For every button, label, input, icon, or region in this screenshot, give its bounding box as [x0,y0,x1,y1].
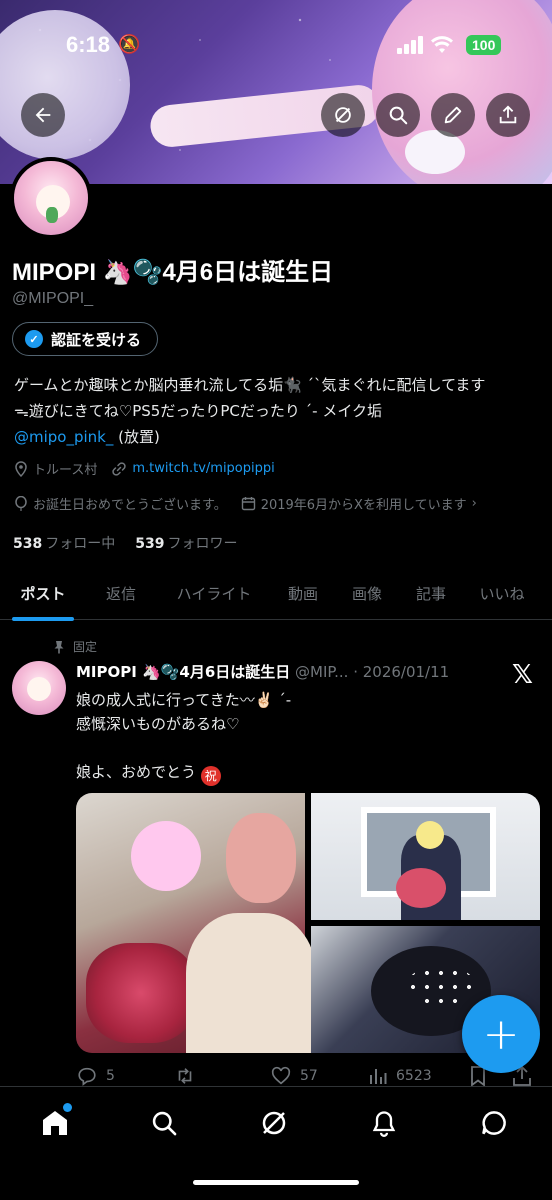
post-author-name[interactable]: MIPOPI 🦄🫧4月6日は誕生日 [76,663,290,681]
share-button[interactable] [486,93,530,137]
followers-stat[interactable]: 539 フォロワー [135,533,237,553]
profile-birthday: お誕生日おめでとうございます。 [33,498,227,513]
wifi-icon [430,35,454,60]
nav-messages[interactable] [472,1101,516,1145]
celebration-emoji: 祝 [200,766,221,786]
cellular-signal-icon [397,36,425,54]
status-time: 6:18 [66,32,111,57]
photo-face-blur [416,821,444,849]
bio-line-1: ゲームとか趣味とか脳内垂れ流してる垢🐈‍⬛ ˊˋ気まぐれに配信してます [14,376,486,394]
views-chart-icon [370,1069,387,1084]
post-text: 娘の成人式に行ってきた〰︎✌🏻 ˊ- 感慨深いものがあるね♡ 娘よ、おめでとう … [76,688,536,786]
link-icon [112,461,127,476]
profile-meta-row-1: トルース村 m.twitch.tv/mipopippi [14,459,289,478]
profile-location: トルース村 [33,463,98,478]
post-avatar-face [27,677,51,701]
repost-button[interactable] [174,1065,270,1087]
tab-highlights[interactable]: ハイライト [156,566,272,620]
post-actions: 5 57 6523 [76,1065,542,1087]
search-button[interactable] [376,93,420,137]
photo-face-blur [131,821,201,891]
avatar-frog [46,207,58,223]
following-stat[interactable]: 538 フォロー中 [13,533,115,553]
home-indicator [193,1180,359,1185]
reply-icon [78,1067,96,1086]
nav-grok[interactable] [252,1101,296,1145]
profile-meta-row-2: お誕生日おめでとうございます。 2019年6月からXを利用しています › [14,494,491,513]
heart-icon [271,1066,291,1085]
tab-replies[interactable]: 返信 [86,566,156,620]
follow-stats: 538 フォロー中 539 フォロワー [13,533,237,553]
silent-bell-icon: 🔕 [118,34,141,55]
search-icon [389,106,408,125]
nav-search[interactable] [142,1101,186,1145]
photo-person-pink-hair [226,813,296,903]
tab-articles[interactable]: 記事 [400,566,462,620]
tab-posts[interactable]: ポスト [0,566,86,621]
profile-joined-date: 2019年6月からXを利用しています [260,498,467,513]
like-count: 57 [300,1068,318,1084]
plus-icon: + [482,1008,520,1060]
balloon-icon [15,495,27,511]
photo-hair-ornament [406,966,476,1006]
view-count: 6523 [396,1068,432,1084]
notification-dot [63,1103,72,1112]
search-icon [152,1111,177,1136]
calendar-icon [241,497,255,511]
bio-line-2: ᯓ遊びにきてね♡PS5だったりPCだったり ˊ- メイク垢 [14,402,383,420]
pinned-label: 固定 [73,640,98,654]
profile-bio: ゲームとか趣味とか脳内垂れ流してる垢🐈‍⬛ ˊˋ気まぐれに配信してます ᯓ遊びに… [14,372,544,450]
pin-icon [54,640,64,653]
post-photo-1[interactable] [76,793,316,1053]
grok-icon [262,1111,286,1135]
reply-button[interactable]: 5 [76,1065,174,1087]
profile-avatar[interactable] [10,157,92,239]
bio-suffix: (放置) [113,428,160,446]
verified-badge-icon: ✓ [25,330,43,348]
get-verified-button[interactable]: ✓ 認証を受ける [12,322,159,356]
battery-indicator: 100 [466,35,502,55]
profile-handle: @MIPOPI_ [12,290,94,307]
status-bar: 6:18 🔕 100 [0,0,552,80]
photo-flowers [86,943,196,1043]
share-icon [499,105,517,124]
get-verified-label: 認証を受ける [51,331,142,349]
repost-icon [178,1068,192,1084]
edit-button[interactable] [431,93,475,137]
home-icon [43,1111,67,1135]
pinned-indicator: 固定 [53,638,97,655]
post-header: MIPOPI 🦄🫧4月6日は誕生日 @MIP... · 2026/01/11 [76,661,496,682]
arrow-left-icon [35,107,51,123]
reply-count: 5 [106,1068,115,1084]
tab-videos[interactable]: 動画 [272,566,334,620]
tab-likes[interactable]: いいね [462,566,542,620]
compose-post-button[interactable]: + [462,995,540,1073]
bell-icon [372,1111,396,1137]
bio-mention-link[interactable]: @mipo_pink_ [14,428,113,446]
post-photo-2[interactable] [311,793,540,920]
nav-home[interactable] [33,1101,77,1145]
location-pin-icon [15,460,27,477]
message-bubble-icon [482,1111,506,1135]
nav-notifications[interactable] [362,1101,406,1145]
grok-button[interactable] [321,93,365,137]
post-author-meta: @MIP... · 2026/01/11 [290,663,450,681]
x-logo-icon: 𝕏 [512,660,533,690]
profile-tabs: ポスト 返信 ハイライト 動画 画像 記事 いいね [0,566,552,621]
like-button[interactable]: 57 [270,1065,368,1087]
tab-images[interactable]: 画像 [334,566,400,620]
back-button[interactable] [21,93,65,137]
profile-display-name: MIPOPI 🦄🫧4月6日は誕生日 [12,259,334,286]
grok-icon [335,107,351,123]
post-author-avatar[interactable] [12,661,66,715]
chevron-right-icon[interactable]: › [472,496,477,511]
photo-bouquet [396,868,446,908]
profile-website-link[interactable]: m.twitch.tv/mipopippi [132,461,274,476]
pencil-icon [444,106,462,124]
photo-coat [186,913,316,1053]
views-button[interactable]: 6523 [368,1066,468,1086]
